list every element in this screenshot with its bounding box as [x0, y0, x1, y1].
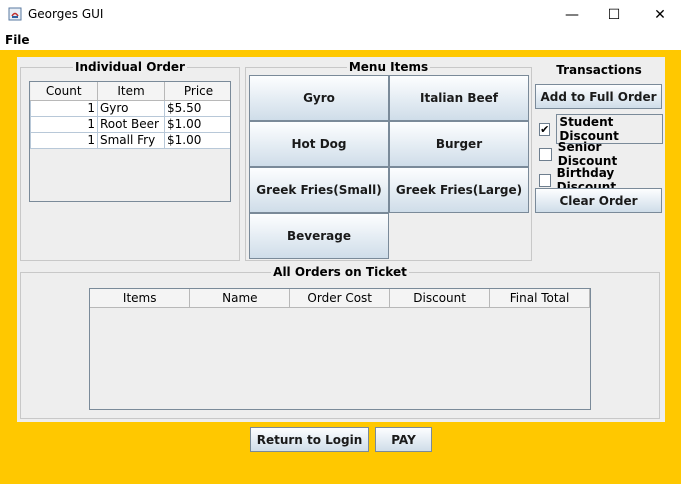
- minimize-button[interactable]: —: [549, 0, 595, 30]
- menu-file[interactable]: File: [5, 33, 30, 47]
- greek-fries-small-button[interactable]: Greek Fries(Small): [249, 167, 389, 213]
- column-header-count[interactable]: Count: [30, 82, 98, 101]
- cell-price: $1.00: [164, 115, 230, 133]
- table-row[interactable]: 1 Small Fry $1.00: [30, 131, 230, 149]
- hot-dog-button[interactable]: Hot Dog: [249, 121, 389, 167]
- column-header-final-total[interactable]: Final Total: [489, 289, 590, 308]
- table-row[interactable]: 1 Root Beer $1.00: [30, 115, 230, 133]
- cell-price: $1.00: [164, 131, 230, 149]
- senior-discount-checkbox[interactable]: Senior Discount: [539, 140, 663, 168]
- all-orders-title: All Orders on Ticket: [273, 265, 407, 279]
- column-header-order-cost[interactable]: Order Cost: [289, 289, 391, 308]
- content-area: Individual Order Count Item Price 1 Gyro…: [0, 50, 681, 484]
- all-orders-table[interactable]: Items Name Order Cost Discount Final Tot…: [89, 288, 591, 410]
- main-panel: Individual Order Count Item Price 1 Gyro…: [17, 57, 665, 422]
- menu-items-title: Menu Items: [348, 60, 429, 74]
- individual-order-table[interactable]: Count Item Price 1 Gyro $5.50 1 Root Bee…: [29, 81, 231, 202]
- column-header-items[interactable]: Items: [90, 289, 191, 308]
- close-icon: ✕: [654, 7, 666, 23]
- pay-button[interactable]: PAY: [375, 427, 432, 452]
- checkbox-icon: [539, 173, 551, 187]
- minimize-icon: —: [565, 7, 579, 23]
- window-title: Georges GUI: [28, 7, 104, 21]
- maximize-icon: ☐: [607, 7, 621, 23]
- table-row[interactable]: 1 Gyro $5.50: [30, 99, 230, 117]
- cell-item: Root Beer: [97, 115, 165, 133]
- cell-count: 1: [30, 99, 98, 117]
- table-header: Items Name Order Cost Discount Final Tot…: [90, 289, 590, 308]
- menu-bar: File: [0, 30, 681, 50]
- italian-beef-button[interactable]: Italian Beef: [389, 75, 529, 121]
- individual-order-title: Individual Order: [75, 60, 185, 74]
- cell-count: 1: [30, 115, 98, 133]
- column-header-price[interactable]: Price: [164, 82, 230, 101]
- column-header-discount[interactable]: Discount: [389, 289, 491, 308]
- return-to-login-button[interactable]: Return to Login: [250, 427, 369, 452]
- greek-fries-large-button[interactable]: Greek Fries(Large): [389, 167, 529, 213]
- cell-item: Gyro: [97, 99, 165, 117]
- column-header-item[interactable]: Item: [97, 82, 165, 101]
- table-header: Count Item Price: [30, 82, 230, 101]
- close-button[interactable]: ✕: [637, 0, 681, 30]
- gyro-button[interactable]: Gyro: [249, 75, 389, 121]
- clear-order-button[interactable]: Clear Order: [535, 188, 662, 213]
- discount-options: ✔ Student Discount Senior Discount Birth…: [539, 114, 663, 194]
- checkmark-icon: ✔: [539, 122, 551, 136]
- cell-item: Small Fry: [97, 131, 165, 149]
- maximize-button[interactable]: ☐: [591, 0, 637, 30]
- beverage-button[interactable]: Beverage: [249, 213, 389, 259]
- java-app-icon: [8, 7, 22, 21]
- transactions-title: Transactions: [556, 63, 642, 77]
- column-header-name[interactable]: Name: [189, 289, 291, 308]
- add-to-full-order-button[interactable]: Add to Full Order: [535, 84, 662, 109]
- checkbox-icon: [539, 147, 552, 161]
- cell-count: 1: [30, 131, 98, 149]
- burger-button[interactable]: Burger: [389, 121, 529, 167]
- cell-price: $5.50: [164, 99, 230, 117]
- title-bar: Georges GUI — ☐ ✕: [0, 0, 681, 30]
- senior-discount-label: Senior Discount: [557, 140, 618, 168]
